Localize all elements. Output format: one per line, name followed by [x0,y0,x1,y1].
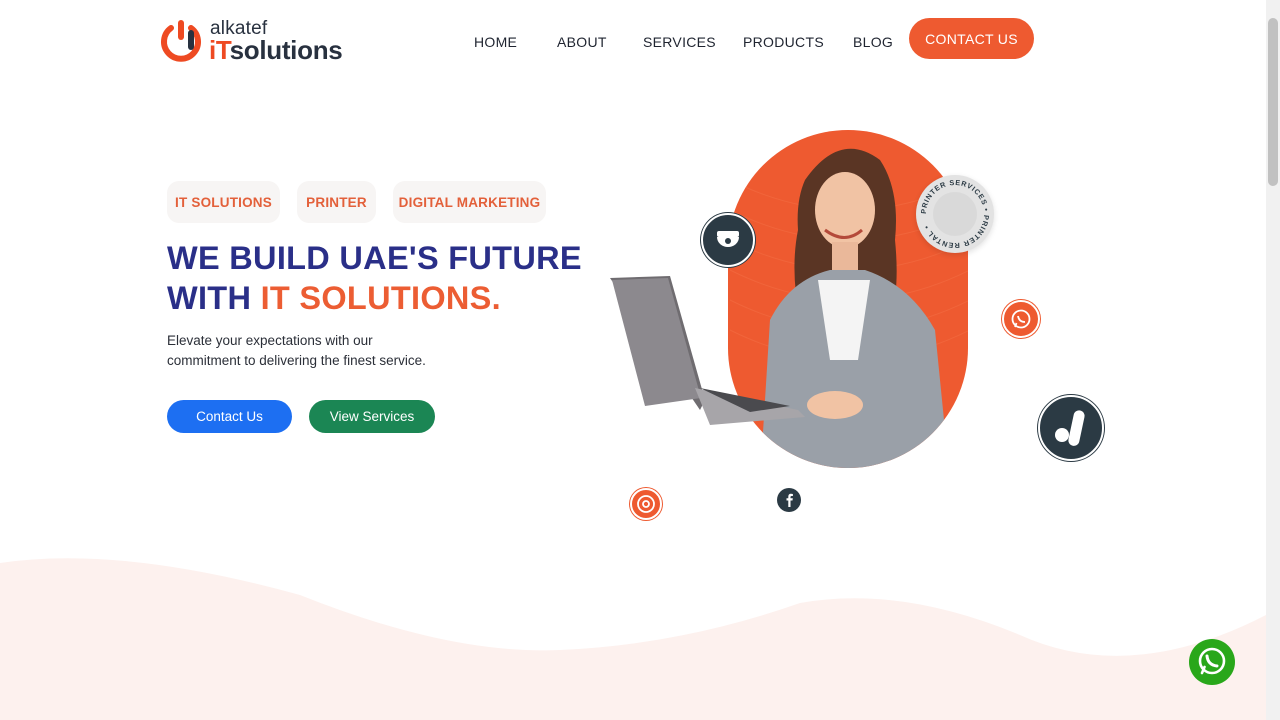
whatsapp-chat-icon [1198,647,1226,675]
nav-services[interactable]: SERVICES [643,34,716,50]
headline-accent: IT SOLUTIONS. [260,280,501,316]
tag-printer: PRINTER [297,181,376,223]
nav-about[interactable]: ABOUT [557,34,607,50]
printer-rental-badge: PRINTER SERVICES • PRINTER RENTAL • [916,175,994,253]
view-services-button[interactable]: View Services [309,400,435,433]
logo-text-big: iTsolutions [209,35,343,66]
site-logo[interactable]: alkatef iTsolutions [158,16,358,66]
contact-us-nav-button[interactable]: CONTACT US [909,18,1034,59]
hero-headline: WE BUILD UAE'S FUTURE WITH IT SOLUTIONS. [167,238,607,318]
subtitle-line-1: Elevate your expectations with our [167,333,373,348]
subtitle-line-2: commitment to delivering the finest serv… [167,353,426,368]
page-scrollbar[interactable] [1266,0,1280,720]
headline-line-1: WE BUILD UAE'S FUTURE [167,240,582,276]
google-ads-icon [1038,395,1104,461]
whatsapp-chat-button[interactable] [1189,639,1235,685]
scrollbar-thumb[interactable] [1268,18,1278,186]
tag-digital-marketing: DIGITAL MARKETING [393,181,546,223]
cctv-camera-icon [701,213,755,267]
facebook-icon [777,488,801,512]
nav-home[interactable]: HOME [474,34,517,50]
logo-text-prefix: iT [209,35,230,65]
wave-background [0,558,1266,720]
rental-badge-ring: PRINTER SERVICES • PRINTER RENTAL • [919,178,990,250]
power-logo-icon [161,20,201,62]
logo-text-rest: solutions [229,35,343,65]
headline-line-2-prefix: WITH [167,280,261,316]
contact-us-button[interactable]: Contact Us [167,400,292,433]
hero-illustration [610,130,968,468]
tag-it-solutions: IT SOLUTIONS [167,181,280,223]
hero-subtitle: Elevate your expectations with our commi… [167,331,437,371]
nav-blog[interactable]: BLOG [853,34,893,50]
whatsapp-icon [1002,300,1040,338]
nav-products[interactable]: PRODUCTS [743,34,824,50]
target-icon [630,488,662,520]
